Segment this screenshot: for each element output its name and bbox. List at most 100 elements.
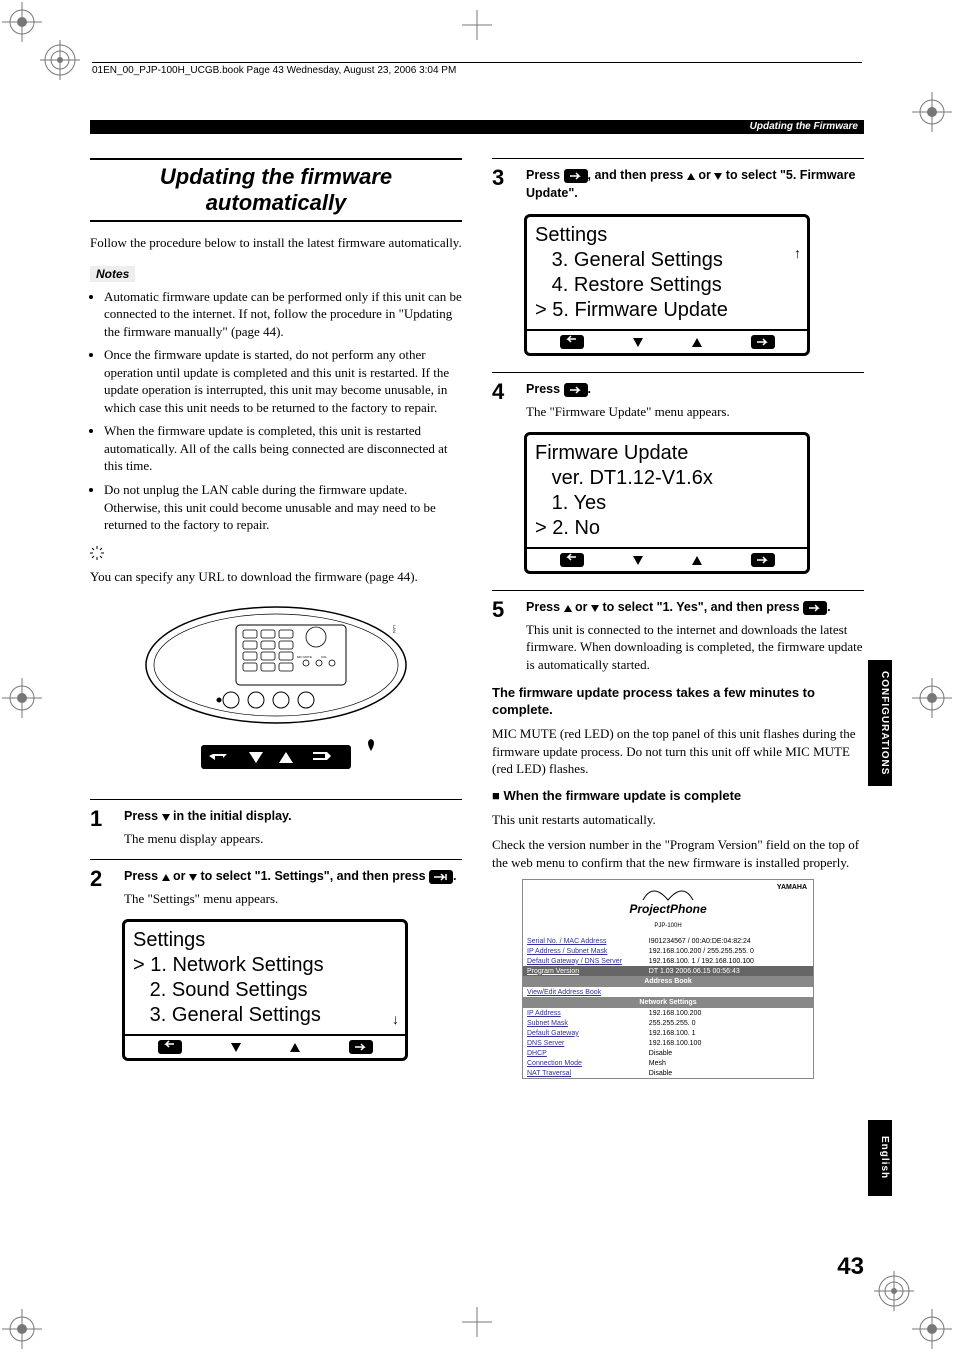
lcd-line: > 5. Firmware Update [535, 298, 799, 323]
registration-mark-icon [912, 92, 952, 132]
table-row: Subnet Mask255.255.255. 0 [523, 1018, 813, 1028]
enter-icon [349, 1040, 373, 1054]
step-5: 5 Press or to select "1. Yes", and then … [492, 590, 864, 673]
table-row: View/Edit Address Book [523, 987, 813, 997]
down-icon [189, 874, 197, 881]
registration-mark-icon [912, 1309, 952, 1349]
page-number: 43 [837, 1253, 864, 1281]
brand-label: YAMAHA [777, 884, 807, 891]
lcd-line: 2. Sound Settings [133, 978, 397, 1003]
notes-list: Automatic firmware update can be perform… [90, 288, 462, 534]
process-note-body: MIC MUTE (red LED) on the top panel of t… [492, 725, 864, 778]
down-icon [231, 1043, 241, 1052]
registration-mark-icon [874, 1271, 914, 1311]
product-logo: ProjectPhone [629, 902, 706, 916]
lcd-line: 3. General Settings [535, 248, 799, 273]
web-menu-screenshot: YAMAHA ProjectPhone PJP-100H Serial No. … [522, 879, 814, 1079]
enter-icon [564, 169, 588, 183]
header-bar: Updating the Firmware [90, 120, 864, 134]
registration-mark-icon [2, 2, 42, 42]
complete-p1: This unit restarts automatically. [492, 811, 864, 829]
crop-mark-icon [462, 10, 492, 44]
section-title: Updating the firmware automatically [90, 158, 462, 222]
enter-icon [751, 335, 775, 349]
lcd-title: Firmware Update [535, 441, 799, 466]
scroll-up-icon: ↑ [794, 245, 801, 263]
svg-text:MIC MUTE: MIC MUTE [297, 655, 312, 659]
enter-icon [803, 601, 827, 615]
crop-mark-icon [462, 1307, 492, 1341]
step-number: 3 [492, 167, 514, 202]
registration-mark-icon [40, 40, 80, 80]
note-item: Automatic firmware update can be perform… [104, 288, 462, 341]
up-icon [692, 556, 702, 565]
scroll-down-icon: ↓ [392, 1011, 399, 1029]
lcd-title: Settings [535, 223, 799, 248]
step-3: 3 Press , and then press or to select "5… [492, 158, 864, 202]
up-icon [692, 338, 702, 347]
complete-heading: When the firmware update is complete [492, 788, 864, 805]
down-icon [633, 556, 643, 565]
side-tab-english: English [868, 1120, 892, 1196]
program-version-row: Program VersionDT 1.03 2006.06.15 00:56:… [523, 966, 813, 976]
table-row: IP Address192.168.100.200 [523, 1008, 813, 1018]
notes-heading: Notes [90, 266, 135, 282]
tip-icon [90, 546, 462, 564]
step-heading: Press , and then press or to select "5. … [526, 167, 864, 202]
note-item: Once the firmware update is started, do … [104, 346, 462, 416]
network-settings-header: Network Settings [523, 997, 813, 1008]
complete-p2: Check the version number in the "Program… [492, 836, 864, 871]
enter-icon [751, 553, 775, 567]
registration-mark-icon [2, 1309, 42, 1349]
step-number: 1 [90, 808, 112, 847]
table-row: NAT TraversalDisable [523, 1068, 813, 1078]
registration-mark-icon [2, 678, 42, 718]
down-icon [633, 338, 643, 347]
note-item: Do not unplug the LAN cable during the f… [104, 481, 462, 534]
lcd-screen-firmware-select: Settings 3. General Settings 4. Restore … [524, 214, 810, 356]
step-2: 2 Press or to select "1. Settings", and … [90, 859, 462, 907]
table-row: DNS Server192.168.100.100 [523, 1038, 813, 1048]
lcd-line: > 1. Network Settings [133, 953, 397, 978]
step-heading: Press in the initial display. [124, 808, 462, 826]
table-row: DHCPDisable [523, 1048, 813, 1058]
svg-text:LAN: LAN [392, 625, 397, 633]
step-4: 4 Press . The "Firmware Update" menu app… [492, 372, 864, 420]
process-note-heading: The firmware update process takes a few … [492, 685, 864, 719]
lcd-line: 1. Yes [535, 491, 799, 516]
lcd-title: Settings [133, 928, 397, 953]
enter-icon [429, 870, 453, 884]
enter-icon [564, 383, 588, 397]
address-book-header: Address Book [523, 976, 813, 987]
table-row: Default Gateway192.168.100. 1 [523, 1028, 813, 1038]
tip-text: You can specify any URL to download the … [90, 568, 462, 586]
print-header: 01EN_00_PJP-100H_UCGB.book Page 43 Wedne… [92, 62, 862, 76]
lcd-screen-settings: Settings > 1. Network Settings 2. Sound … [122, 919, 408, 1061]
step-text: The "Firmware Update" menu appears. [526, 403, 864, 421]
note-item: When the firmware update is completed, t… [104, 422, 462, 475]
lcd-line: 4. Restore Settings [535, 273, 799, 298]
lcd-screen-firmware-update: Firmware Update ver. DT1.12-V1.6x 1. Yes… [524, 432, 810, 574]
step-number: 5 [492, 599, 514, 673]
table-row: Serial No. / MAC AddressI901234567 / 00:… [523, 936, 813, 946]
step-text: The "Settings" menu appears. [124, 890, 462, 908]
step-text: This unit is connected to the internet a… [526, 621, 864, 674]
step-number: 2 [90, 868, 112, 907]
side-tab-configurations: CONFIGURATIONS [868, 660, 892, 786]
back-icon [560, 335, 584, 349]
lcd-line: > 2. No [535, 516, 799, 541]
step-number: 4 [492, 381, 514, 420]
down-icon [591, 605, 599, 612]
lcd-line: ver. DT1.12-V1.6x [535, 466, 799, 491]
back-icon [560, 553, 584, 567]
step-heading: Press or to select "1. Settings", and th… [124, 868, 462, 886]
device-top-illustration: MIC MUTE VOL [141, 595, 411, 775]
step-text: The menu display appears. [124, 830, 462, 848]
step-heading: Press . [526, 381, 864, 399]
back-icon [158, 1040, 182, 1054]
up-icon [687, 173, 695, 180]
table-row: Default Gateway / DNS Server192.168.100.… [523, 956, 813, 966]
registration-mark-icon [912, 678, 952, 718]
step-1: 1 Press in the initial display. The menu… [90, 799, 462, 847]
lcd-line: 3. General Settings [133, 1003, 397, 1028]
